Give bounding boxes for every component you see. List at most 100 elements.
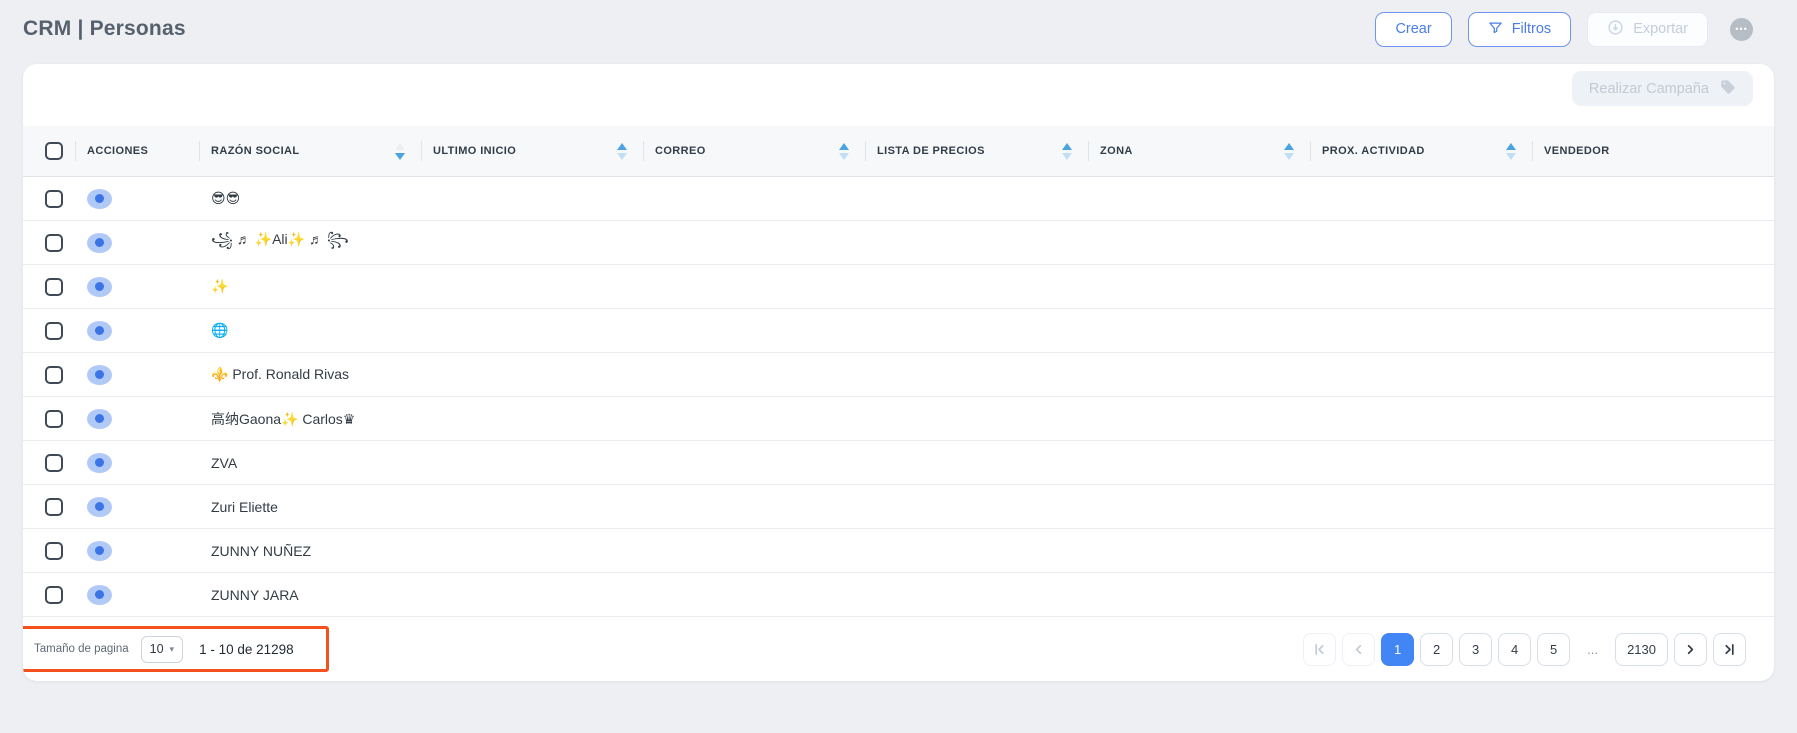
export-download-icon (1607, 19, 1624, 40)
sort-arrows-icon[interactable] (1284, 143, 1294, 160)
eye-pupil (95, 458, 104, 467)
razon-social-value: Zuri Eliette (211, 499, 278, 515)
sort-arrows-icon[interactable] (1062, 143, 1072, 160)
eye-pupil (95, 326, 104, 335)
razon-social-value: 🌐 (211, 322, 228, 339)
crear-button[interactable]: Crear (1375, 12, 1451, 47)
last-page-button[interactable] (1713, 633, 1746, 666)
realizar-campana-button: Realizar Campaña (1572, 71, 1753, 106)
razon-social-value: ZUNNY JARA (211, 587, 299, 603)
row-select-cell (23, 366, 75, 384)
table-row: ZUNNY NUÑEZ (23, 529, 1774, 573)
page-button-4[interactable]: 4 (1498, 633, 1531, 666)
row-checkbox[interactable] (45, 498, 63, 516)
select-all-checkbox[interactable] (45, 142, 63, 160)
row-select-cell (23, 454, 75, 472)
row-actions-cell (75, 585, 199, 605)
next-page-button[interactable] (1674, 633, 1707, 666)
tag-icon (1720, 79, 1736, 99)
column-header-prox-actividad[interactable]: PROX. ACTIVIDAD (1310, 126, 1532, 176)
row-select-cell (23, 410, 75, 428)
table-row: ꧁ ♬ ✨Ali✨ ♬ ꧂ (23, 221, 1774, 265)
razon-social-cell: 🌐 (199, 322, 421, 339)
row-checkbox[interactable] (45, 410, 63, 428)
row-checkbox[interactable] (45, 586, 63, 604)
page-button-3[interactable]: 3 (1459, 633, 1492, 666)
table-row: ZUNNY JARA (23, 573, 1774, 617)
eye-pupil (95, 414, 104, 423)
page-size-group: Tamaño de pagina 10 ▾ 1 - 10 de 21298 (34, 636, 294, 663)
razon-social-cell: ZUNNY JARA (199, 587, 421, 603)
row-actions-cell (75, 365, 199, 385)
row-actions-cell (75, 541, 199, 561)
row-actions-cell (75, 453, 199, 473)
row-actions-cell (75, 277, 199, 297)
razon-social-cell: 高纳Gaona✨ Carlos♛ (199, 409, 421, 429)
view-record-icon[interactable] (87, 321, 112, 341)
column-header-vendedor: VENDEDOR (1532, 126, 1774, 176)
view-record-icon[interactable] (87, 189, 112, 209)
row-select-cell (23, 234, 75, 252)
table-row: 🌐 (23, 309, 1774, 353)
column-header-zona[interactable]: ZONA (1088, 126, 1310, 176)
column-header-razon-social[interactable]: RAZÓN SOCIAL (199, 126, 421, 176)
razon-social-cell: Zuri Eliette (199, 499, 421, 515)
row-actions-cell (75, 321, 199, 341)
filtros-button-label: Filtros (1512, 21, 1551, 37)
eye-pupil (95, 502, 104, 511)
exportar-button-label: Exportar (1633, 21, 1688, 37)
table-header: ACCIONES RAZÓN SOCIAL ULTIMO INICIO CORR… (23, 126, 1774, 177)
razon-social-cell: ZVA (199, 455, 421, 471)
table-row: Zuri Eliette (23, 485, 1774, 529)
razon-social-value: ZVA (211, 455, 237, 471)
table-row: ZVA (23, 441, 1774, 485)
razon-social-cell: ✨ (199, 278, 421, 295)
topbar: CRM | Personas Crear Filtros Exportar ••… (0, 0, 1797, 64)
view-record-icon[interactable] (87, 541, 112, 561)
row-select-cell (23, 498, 75, 516)
razon-social-cell: ꧁ ♬ ✨Ali✨ ♬ ꧂ (199, 228, 421, 257)
exportar-button: Exportar (1587, 12, 1708, 47)
eye-pupil (95, 282, 104, 291)
row-select-cell (23, 586, 75, 604)
view-record-icon[interactable] (87, 497, 112, 517)
razon-social-value: ⚜️ Prof. Ronald Rivas (211, 366, 349, 383)
eye-pupil (95, 238, 104, 247)
column-header-correo[interactable]: CORREO (643, 126, 865, 176)
view-record-icon[interactable] (87, 277, 112, 297)
row-checkbox[interactable] (45, 234, 63, 252)
page-button-2130[interactable]: 2130 (1615, 633, 1668, 666)
page-title: CRM | Personas (23, 17, 186, 41)
page-size-label: Tamaño de pagina (34, 643, 129, 655)
row-checkbox[interactable] (45, 542, 63, 560)
page-button-2[interactable]: 2 (1420, 633, 1453, 666)
sort-arrows-icon[interactable] (617, 143, 627, 160)
row-checkbox[interactable] (45, 278, 63, 296)
sort-arrows-icon[interactable] (395, 143, 405, 160)
table-row: ✨ (23, 265, 1774, 309)
razon-social-cell: 😎😎 (199, 190, 421, 207)
column-header-ultimo-inicio[interactable]: ULTIMO INICIO (421, 126, 643, 176)
page-size-select[interactable]: 10 ▾ (141, 636, 183, 663)
sort-arrows-icon[interactable] (839, 143, 849, 160)
razon-social-cell: ZUNNY NUÑEZ (199, 543, 421, 559)
page-button-5[interactable]: 5 (1537, 633, 1570, 666)
row-select-cell (23, 322, 75, 340)
filtros-button[interactable]: Filtros (1468, 12, 1571, 47)
sort-arrows-icon[interactable] (1506, 143, 1516, 160)
view-record-icon[interactable] (87, 365, 112, 385)
page-button-1[interactable]: 1 (1381, 633, 1414, 666)
row-checkbox[interactable] (45, 454, 63, 472)
row-select-cell (23, 190, 75, 208)
first-page-button (1303, 633, 1336, 666)
row-checkbox[interactable] (45, 366, 63, 384)
row-checkbox[interactable] (45, 322, 63, 340)
view-record-icon[interactable] (87, 233, 112, 253)
card-toolbar: Realizar Campaña (23, 64, 1774, 126)
view-record-icon[interactable] (87, 585, 112, 605)
view-record-icon[interactable] (87, 453, 112, 473)
row-checkbox[interactable] (45, 190, 63, 208)
column-header-lista-de-precios[interactable]: LISTA DE PRECIOS (865, 126, 1088, 176)
more-options-button[interactable]: ••• (1730, 18, 1753, 41)
view-record-icon[interactable] (87, 409, 112, 429)
